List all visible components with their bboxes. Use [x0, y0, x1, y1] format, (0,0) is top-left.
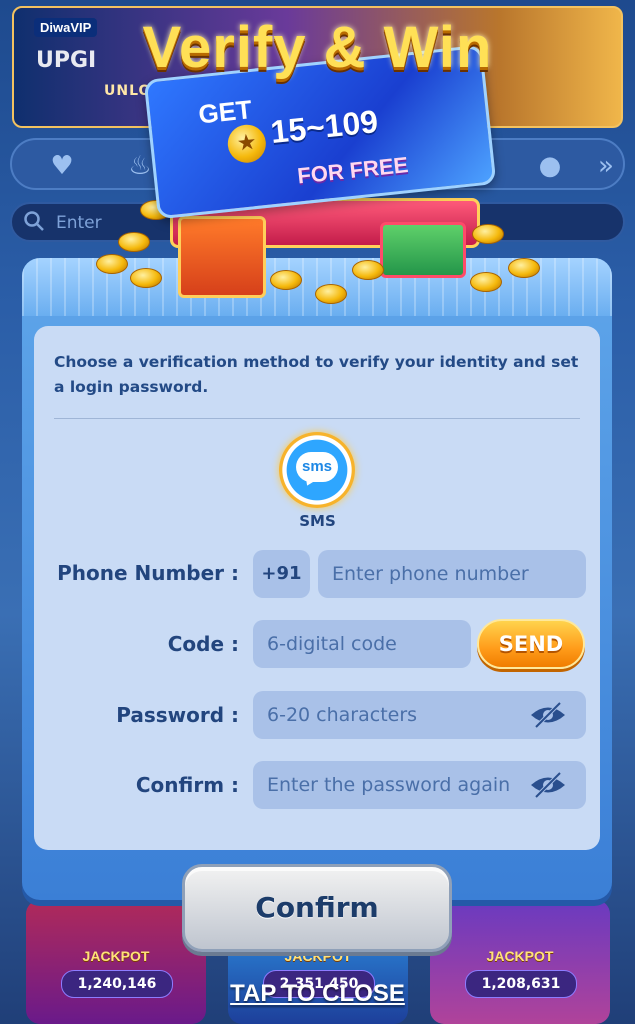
- tap-to-close-link[interactable]: TAP TO CLOSE: [0, 980, 635, 1008]
- sms-method-icon[interactable]: sms: [279, 432, 355, 508]
- promo-title: Verify & Win: [142, 15, 493, 80]
- joystick-icon[interactable]: ●: [534, 150, 566, 182]
- jackpot-label: JACKPOT: [486, 948, 554, 964]
- confirm-password-label: Confirm :: [135, 773, 239, 797]
- confirm-button[interactable]: Confirm: [182, 864, 452, 952]
- code-label: Code :: [167, 632, 239, 656]
- sms-method-label: SMS: [299, 512, 336, 530]
- gold-coin: [270, 270, 302, 290]
- phone-field[interactable]: [318, 549, 586, 599]
- instructions-text: Choose a verification method to verify y…: [54, 353, 579, 396]
- search-placeholder: Enter: [56, 213, 102, 233]
- gold-coin: [96, 254, 128, 274]
- search-icon: [24, 211, 44, 231]
- voucher-range: 15~109: [268, 102, 380, 151]
- code-field[interactable]: [253, 619, 471, 669]
- gold-coin: [508, 258, 540, 278]
- phone-label: Phone Number :: [57, 561, 239, 585]
- gold-coin: [470, 272, 502, 292]
- sms-bubble-icon: sms: [296, 452, 338, 482]
- country-code-prefix[interactable]: +91: [253, 550, 310, 598]
- eye-off-icon[interactable]: [528, 770, 568, 800]
- coin-icon: ★: [225, 122, 268, 165]
- gold-coin: [352, 260, 384, 280]
- chevron-right-icon[interactable]: »: [590, 150, 622, 182]
- green-gift-box: [380, 222, 466, 278]
- voucher-free-label: FOR FREE: [296, 152, 410, 189]
- divider: [54, 418, 580, 419]
- gold-coin: [472, 224, 504, 244]
- favorite-heart-icon[interactable]: ♥: [46, 150, 78, 182]
- gold-coin: [315, 284, 347, 304]
- gold-coin: [130, 268, 162, 288]
- send-code-button[interactable]: SEND: [477, 619, 585, 669]
- phone-input[interactable]: [330, 549, 574, 599]
- orange-gift-box: [178, 216, 266, 298]
- eye-off-icon[interactable]: [528, 700, 568, 730]
- gold-coin: [118, 232, 150, 252]
- password-label: Password :: [116, 703, 239, 727]
- jackpot-label: JACKPOT: [82, 948, 150, 964]
- code-input[interactable]: [265, 619, 459, 669]
